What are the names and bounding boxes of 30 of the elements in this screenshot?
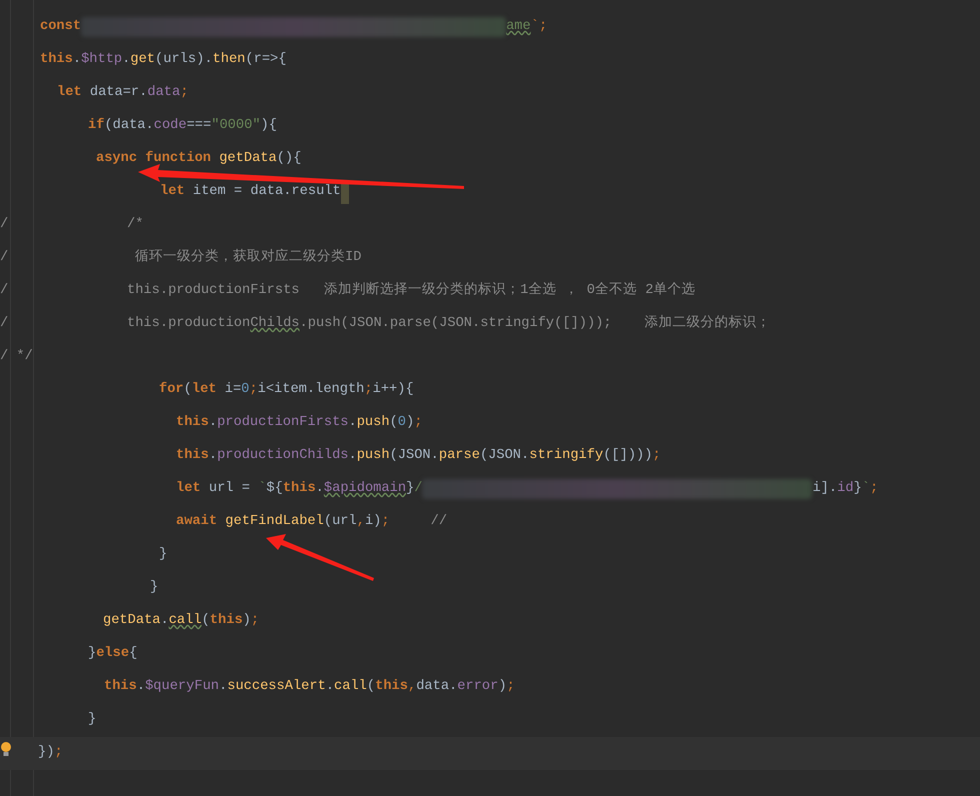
code-text: /* (127, 216, 144, 234)
code-text: await getFindLabel(url,i); // (176, 513, 448, 532)
lightbulb-icon[interactable] (0, 741, 12, 759)
code-text: this.productionChilds.push(JSON.parse(JSON.stringify([]))); 添加二级分的标识； (127, 314, 770, 334)
code-text: / */ (0, 348, 33, 366)
code-text: this.productionFirsts.push(0); (176, 414, 422, 432)
code-text: const (40, 18, 82, 36)
code-text: } (88, 711, 96, 730)
code-text: i].id}`; (812, 480, 878, 498)
code-text: / (0, 216, 8, 234)
code-text: this.$http.get(urls).then(r=>{ (40, 51, 286, 70)
code-text: if(data.code==="0000"){ (88, 116, 277, 136)
code-text: / (0, 282, 8, 300)
code-text: this.productionFirsts 添加判断选择一级分类的标识；1全选 ， 0全不选 2单个选 (127, 281, 696, 300)
code-text: }else{ (88, 645, 138, 664)
code-text: for(let i=0;i<item.length;i++){ (159, 380, 414, 400)
code-text: let data=r.data; (57, 84, 188, 102)
code-text: let item = data.result (160, 183, 341, 202)
code-text: getData.call(this); (103, 612, 260, 630)
code-text: / (0, 315, 8, 334)
code-text: this.$queryFun.successAlert.call(this,data.error); (104, 678, 515, 696)
code-text: let url = `${this.$apidomain}/ (176, 480, 422, 498)
code-text: } (159, 546, 168, 564)
code-text: }); (38, 744, 63, 762)
code-text: } (150, 579, 158, 598)
code-text: this.productionChilds.push(JSON.parse(JSON.stringify([]))); (176, 447, 661, 466)
code-text: / (0, 249, 8, 268)
code-text: 循环一级分类，获取对应二级分类ID (135, 248, 362, 268)
code-text: ame`; (506, 18, 548, 36)
code-text: async function getData(){ (96, 150, 302, 168)
